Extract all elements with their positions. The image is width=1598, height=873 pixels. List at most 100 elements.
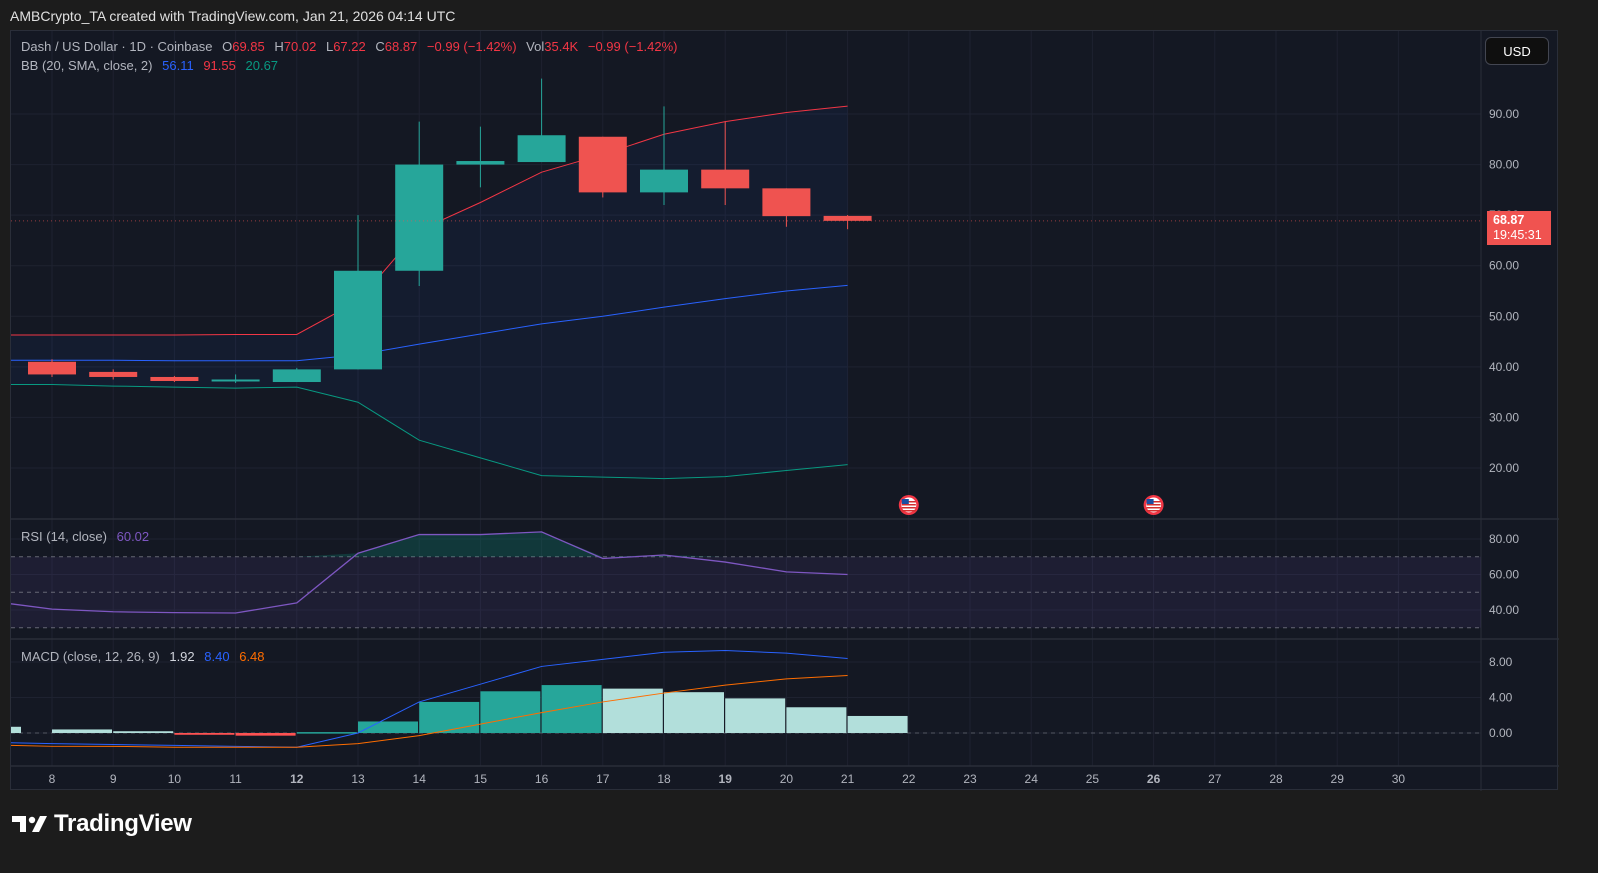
rsi-value: 60.02 <box>116 529 150 544</box>
symbol-title[interactable]: Dash / US Dollar · 1D · Coinbase <box>21 39 212 54</box>
time-tick-label: 29 <box>1331 772 1345 786</box>
macd-title[interactable]: MACD (close, 12, 26, 9) <box>21 649 160 664</box>
flag-canton <box>1146 499 1154 504</box>
macd-histogram-bar <box>786 707 847 733</box>
rsi-tick-label: 80.00 <box>1489 532 1519 546</box>
candle-body <box>211 379 260 382</box>
time-tick-label: 27 <box>1208 772 1222 786</box>
rsi-tick-label: 40.00 <box>1489 603 1519 617</box>
price-tick-label: 80.00 <box>1489 158 1519 172</box>
brand-name: TradingView <box>54 810 192 837</box>
bb-upper-value: 91.55 <box>203 58 236 73</box>
flag-stripe <box>1146 504 1161 506</box>
macd-line-value: 8.40 <box>204 649 230 664</box>
time-tick-label: 20 <box>780 772 794 786</box>
macd-histogram-bar <box>664 692 724 733</box>
macd-histogram-bar <box>235 733 296 736</box>
flag-canton <box>901 499 909 504</box>
last-price: 68.87 <box>1493 213 1525 227</box>
change-value: −0.99 (−1.42%) <box>426 39 517 54</box>
candle <box>28 359 76 377</box>
time-tick-label: 10 <box>168 772 182 786</box>
price-tick-label: 60.00 <box>1489 259 1519 273</box>
candle-body <box>272 369 321 383</box>
candle-body <box>28 361 76 375</box>
macd-histogram-bar <box>847 715 908 733</box>
time-tick-label: 30 <box>1392 772 1406 786</box>
price-tick-label: 30.00 <box>1489 410 1519 424</box>
volume-value: 35.4K <box>544 39 579 54</box>
time-tick-label: 16 <box>535 772 549 786</box>
macd-histogram-bar <box>541 685 602 733</box>
bb-basis-value: 56.11 <box>162 58 194 73</box>
bb-lower-value: 20.67 <box>245 58 279 73</box>
bb-legend: BB (20, SMA, close, 2) 56.11 91.55 20.67 <box>21 58 284 73</box>
time-tick-label: 8 <box>49 772 56 786</box>
macd-histogram-bar <box>725 698 786 733</box>
macd-histogram-bar <box>480 691 541 733</box>
time-tick-label: 26 <box>1147 772 1161 786</box>
candle-body <box>517 135 566 163</box>
time-tick-label: 23 <box>963 772 977 786</box>
rsi-overbought-fill <box>52 531 848 557</box>
time-tick-label: 22 <box>902 772 916 786</box>
rsi-title[interactable]: RSI (14, close) <box>21 529 107 544</box>
tradingview-logo[interactable]: TradingView <box>12 810 192 838</box>
chart-canvas[interactable]: 90.0080.0070.0060.0050.0040.0030.0020.00… <box>11 31 1559 791</box>
candle <box>334 215 382 370</box>
time-tick-label: 18 <box>657 772 671 786</box>
close-value: 68.87 <box>384 39 418 54</box>
symbol-legend: Dash / US Dollar · 1D · Coinbase O69.85 … <box>21 39 678 54</box>
flag-stripe <box>1146 510 1161 512</box>
bb-band-fill <box>11 106 848 479</box>
candle <box>517 78 566 163</box>
macd-tick-label: 0.00 <box>1489 726 1513 740</box>
time-tick-label: 13 <box>351 772 365 786</box>
chart-panel[interactable]: 90.0080.0070.0060.0050.0040.0030.0020.00… <box>10 30 1559 791</box>
currency-button[interactable]: USD <box>1485 37 1549 65</box>
last-price-label: 68.87 19:45:31 <box>1487 211 1551 245</box>
macd-tick-label: 4.00 <box>1489 691 1513 705</box>
candle-body <box>334 270 382 370</box>
candle-body <box>578 136 627 193</box>
candle <box>395 121 444 286</box>
macd-histogram-bar <box>419 701 480 733</box>
candle <box>456 126 505 188</box>
time-tick-label: 11 <box>229 772 242 786</box>
time-tick-label: 19 <box>719 772 733 786</box>
rsi-legend: RSI (14, close) 60.02 <box>21 529 155 544</box>
candle <box>272 367 321 383</box>
price-tick-label: 50.00 <box>1489 309 1519 323</box>
us-flag-event-icon <box>1143 495 1164 515</box>
flag-stripe <box>901 504 916 506</box>
time-tick-label: 17 <box>596 772 610 786</box>
macd-tick-label: 8.00 <box>1489 655 1513 669</box>
macd-histogram-bar <box>296 732 357 734</box>
macd-histogram-bar <box>11 726 21 733</box>
time-tick-label: 24 <box>1025 772 1039 786</box>
candle-body <box>640 169 688 193</box>
high-value: 70.02 <box>283 39 317 54</box>
tradingview-logo-icon <box>12 816 47 832</box>
time-tick-label: 12 <box>290 772 304 786</box>
macd-hist-value: 1.92 <box>169 649 195 664</box>
time-tick-label: 15 <box>474 772 488 786</box>
us-flag-event-icon <box>898 495 919 515</box>
macd-signal-value: 6.48 <box>239 649 265 664</box>
time-tick-label: 25 <box>1086 772 1100 786</box>
candle-body <box>395 164 444 271</box>
macd-histogram-bar <box>174 733 235 735</box>
candle-body <box>762 188 811 217</box>
candle-body <box>701 169 750 189</box>
time-tick-label: 14 <box>413 772 427 786</box>
flag-stripe <box>901 510 916 512</box>
bb-title[interactable]: BB (20, SMA, close, 2) <box>21 58 153 73</box>
open-value: 69.85 <box>232 39 265 54</box>
price-tick-label: 20.00 <box>1489 461 1519 475</box>
time-tick-label: 28 <box>1269 772 1283 786</box>
macd-legend: MACD (close, 12, 26, 9) 1.92 8.40 6.48 <box>21 649 271 664</box>
bar-countdown: 19:45:31 <box>1493 228 1542 242</box>
candle-body <box>89 371 138 377</box>
time-tick-label: 9 <box>110 772 117 786</box>
macd-histogram-bar <box>358 721 418 733</box>
